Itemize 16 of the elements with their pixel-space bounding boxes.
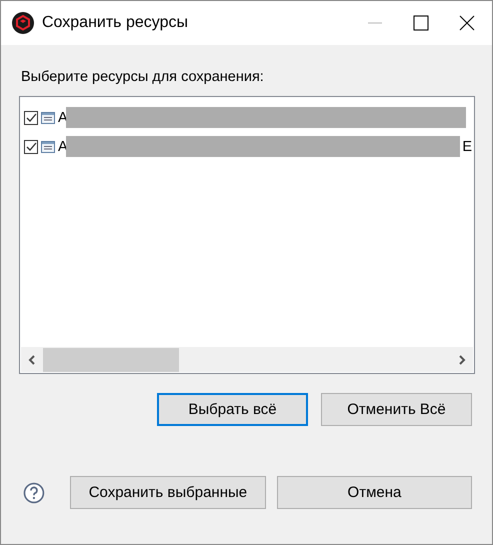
help-icon[interactable] xyxy=(23,482,45,504)
checkbox[interactable] xyxy=(24,140,38,154)
resource-name-end: E xyxy=(462,138,472,154)
close-icon[interactable] xyxy=(459,15,475,31)
save-selected-button[interactable]: Сохранить выбранные xyxy=(70,476,266,509)
prompt-label: Выберите ресурсы для сохранения: xyxy=(21,69,264,85)
window-title: Сохранить ресурсы xyxy=(42,14,189,32)
maximize-icon[interactable] xyxy=(413,15,429,31)
cancel-button[interactable]: Отмена xyxy=(276,476,472,509)
deselect-all-button[interactable]: Отменить Всё xyxy=(321,393,472,426)
app-icon xyxy=(12,12,34,34)
checkbox[interactable] xyxy=(24,110,38,124)
file-icon xyxy=(41,140,55,152)
file-icon xyxy=(41,112,55,124)
select-all-button[interactable]: Выбрать всё xyxy=(157,393,308,426)
scrollbar-thumb[interactable] xyxy=(43,348,179,372)
